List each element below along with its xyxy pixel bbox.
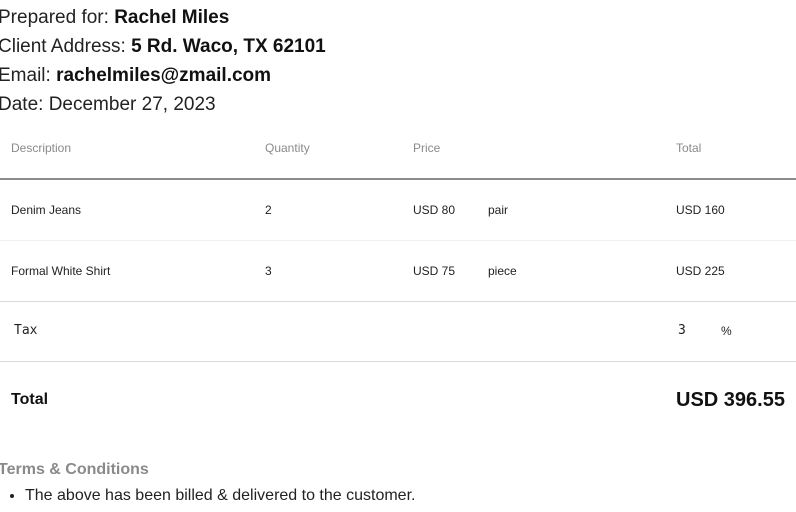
- grand-total-value: USD 396.55: [676, 389, 785, 411]
- item-total: USD 225: [665, 240, 796, 302]
- header-description: Description: [0, 118, 254, 180]
- date-line: Date: December 27, 2023: [0, 93, 216, 117]
- item-description: Denim Jeans: [0, 179, 254, 241]
- tax-label: Tax: [14, 323, 38, 338]
- date-label: Date:: [0, 94, 44, 115]
- item-price: USD 80: [413, 203, 456, 217]
- client-address-label: Client Address:: [0, 36, 126, 57]
- tax-value: 3: [678, 323, 686, 338]
- email-label: Email:: [0, 65, 51, 86]
- tax-unit: %: [721, 324, 732, 338]
- terms-list: The above has been billed & delivered to…: [0, 486, 415, 506]
- item-price-cell: USD 75 piece: [402, 240, 665, 302]
- item-description: Formal White Shirt: [0, 240, 254, 302]
- terms-title: Terms & Conditions: [0, 461, 149, 478]
- grand-total-label: Total: [11, 391, 49, 408]
- terms-item: The above has been billed & delivered to…: [25, 486, 415, 506]
- item-total: USD 160: [665, 179, 796, 241]
- prepared-for-line: Prepared for: Rachel Miles: [0, 6, 229, 30]
- item-price-cell: USD 80 pair: [402, 179, 665, 241]
- prepared-for-label: Prepared for:: [0, 7, 109, 28]
- client-address-value: 5 Rd. Waco, TX 62101: [131, 36, 326, 57]
- item-price: USD 75: [413, 264, 456, 278]
- item-quantity: 2: [254, 179, 402, 241]
- item-unit: pair: [488, 203, 509, 217]
- prepared-for-value: Rachel Miles: [114, 7, 230, 28]
- invoice-page: Prepared for: Rachel Miles Client Addres…: [0, 0, 796, 512]
- header-total: Total: [665, 118, 796, 180]
- date-value: December 27, 2023: [48, 94, 216, 115]
- table-header-row: Description Quantity Price Total: [0, 118, 796, 180]
- client-address-line: Client Address: 5 Rd. Waco, TX 62101: [0, 35, 326, 59]
- email-value: rachelmiles@zmail.com: [56, 65, 272, 86]
- table-row: Formal White Shirt 3 USD 75 piece USD 225: [0, 240, 796, 302]
- item-unit: piece: [488, 264, 517, 278]
- table-row: Denim Jeans 2 USD 80 pair USD 160: [0, 179, 796, 241]
- tax-row: Tax 3 %: [0, 301, 796, 362]
- email-line: Email: rachelmiles@zmail.com: [0, 64, 271, 88]
- item-quantity: 3: [254, 240, 402, 302]
- header-price: Price: [402, 118, 665, 180]
- header-quantity: Quantity: [254, 118, 402, 180]
- items-table: Description Quantity Price Total Denim J…: [0, 118, 796, 302]
